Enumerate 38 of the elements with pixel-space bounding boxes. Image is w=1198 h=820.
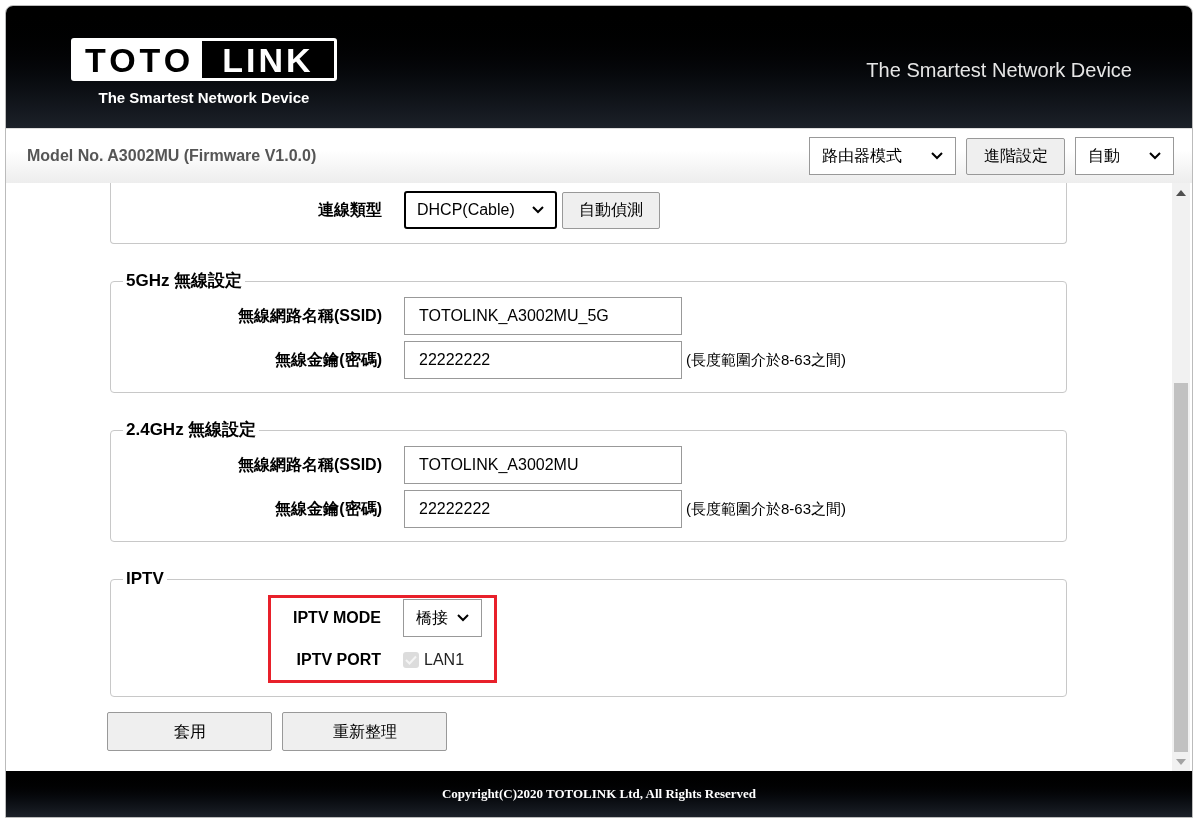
section-title: IPTV — [125, 571, 165, 587]
action-button[interactable]: 套用 — [107, 712, 272, 751]
chevron-down-icon — [931, 152, 943, 160]
scroll-down-icon[interactable] — [1176, 759, 1186, 765]
action-button[interactable]: 重新整理 — [282, 712, 447, 751]
field-label: 連線類型 — [317, 200, 382, 220]
chevron-down-icon — [1149, 152, 1161, 160]
field-label: 無線金鑰(密碼) — [274, 350, 382, 370]
input-field[interactable]: 22222222 — [404, 490, 682, 528]
detect-button[interactable]: 自動偵測 — [562, 191, 660, 229]
scroll-up-icon[interactable] — [1176, 190, 1186, 196]
field-label: 無線網路名稱(SSID) — [237, 455, 382, 475]
field-label: IPTV PORT — [295, 650, 381, 670]
dropdown-select[interactable]: 橋接 — [403, 599, 482, 637]
chevron-down-icon — [457, 614, 469, 622]
field-label: IPTV MODE — [292, 608, 381, 628]
input-field[interactable]: TOTOLINK_A3002MU — [404, 446, 682, 484]
section-title: 5GHz 無線設定 — [125, 273, 244, 289]
mode-select[interactable]: 路由器模式 — [809, 137, 956, 175]
scrollbar[interactable] — [1172, 183, 1190, 771]
tagline: The Smartest Network Device — [866, 58, 1132, 83]
field-label: 無線金鑰(密碼) — [274, 499, 382, 519]
advanced-settings-button[interactable]: 進階設定 — [966, 137, 1065, 175]
hint-text: (長度範圍介於8-63之間) — [686, 498, 846, 519]
scroll-thumb[interactable] — [1174, 383, 1188, 752]
model-info: Model No. A3002MU (Firmware V1.0.0) — [27, 146, 317, 166]
input-field[interactable]: TOTOLINK_A3002MU_5G — [404, 297, 682, 335]
copyright-text: Copyright(C)2020 TOTOLINK Ltd, All Rights Reserved — [441, 785, 757, 804]
section-title: 2.4GHz 無線設定 — [125, 422, 258, 438]
logo-tagline: The Smartest Network Device — [98, 88, 310, 108]
chevron-down-icon — [532, 206, 544, 214]
checkbox-label: LAN1 — [424, 650, 465, 670]
logo: TOTO LINK — [71, 38, 337, 81]
hint-text: (長度範圍介於8-63之間) — [686, 349, 846, 370]
dropdown-select[interactable]: DHCP(Cable) — [404, 191, 557, 229]
field-label: 無線網路名稱(SSID) — [237, 306, 382, 326]
language-select[interactable]: 自動 — [1075, 137, 1174, 175]
input-field[interactable]: 22222222 — [404, 341, 682, 379]
